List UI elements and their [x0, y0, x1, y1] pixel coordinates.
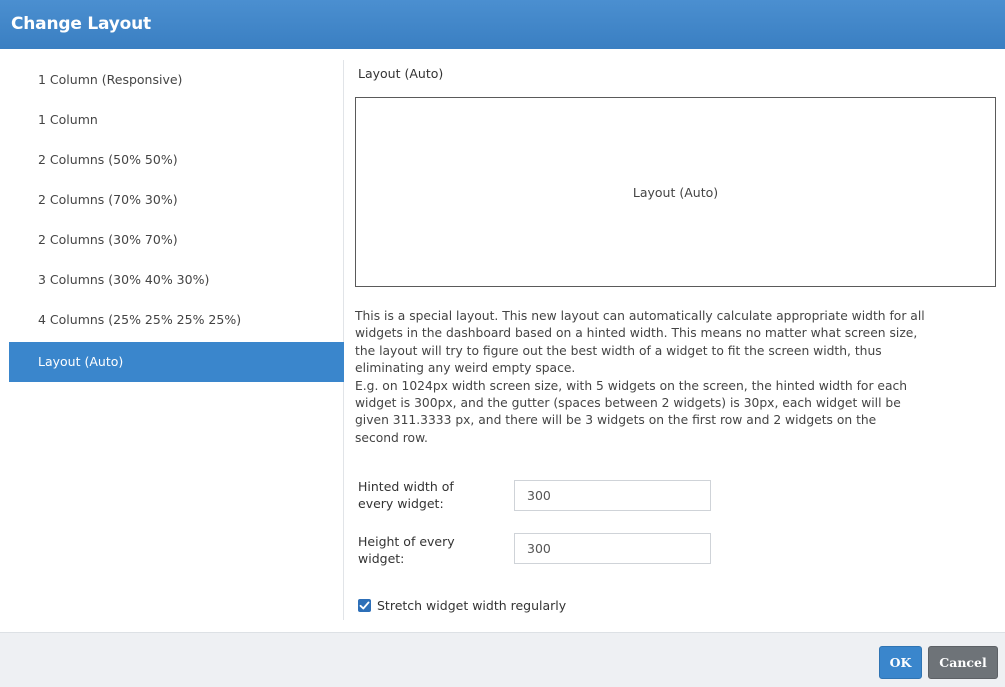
layout-preview-label: Layout (Auto) [632, 184, 719, 200]
layout-option-label: 1 Column (Responsive) [38, 72, 183, 87]
description-line: widget is 300px, and the gutter (spaces … [355, 396, 901, 411]
layout-option-auto[interactable]: Layout (Auto) [9, 342, 344, 382]
layout-option-2-columns-70-30[interactable]: 2 Columns (70% 30%) [9, 180, 344, 220]
dialog-footer: OK Cancel [0, 632, 1005, 687]
layout-option-label: 3 Columns (30% 40% 30%) [38, 272, 210, 287]
layout-option-2-columns-50-50[interactable]: 2 Columns (50% 50%) [9, 140, 344, 180]
change-layout-dialog: Change Layout 1 Column (Responsive) 1 Co… [0, 0, 1005, 687]
checkmark-icon [359, 601, 370, 609]
widget-height-label: Height of every widget: [358, 534, 455, 566]
hinted-width-input[interactable] [514, 480, 711, 511]
layout-option-2-columns-30-70[interactable]: 2 Columns (30% 70%) [9, 220, 344, 260]
layout-list: 1 Column (Responsive) 1 Column 2 Columns… [9, 60, 344, 620]
description-line: second row. [355, 430, 428, 445]
stretch-widget-label: Stretch widget width regularly [377, 597, 567, 613]
layout-option-4-columns[interactable]: 4 Columns (25% 25% 25% 25%) [9, 300, 344, 340]
layout-description: This is a special layout. This new layou… [355, 308, 995, 447]
description-line: the layout will try to figure out the be… [355, 343, 882, 358]
layout-option-3-columns[interactable]: 3 Columns (30% 40% 30%) [9, 260, 344, 300]
layout-option-label: 4 Columns (25% 25% 25% 25%) [38, 312, 242, 327]
description-line: given 311.3333 px, and there will be 3 w… [355, 413, 877, 428]
stretch-widget-option[interactable]: Stretch widget width regularly [358, 596, 566, 614]
stretch-widget-checkbox[interactable] [358, 598, 371, 612]
widget-height-input[interactable] [514, 533, 711, 564]
ok-button[interactable]: OK [879, 646, 922, 679]
hinted-width-label: Hinted width of every widget: [358, 479, 454, 511]
description-line: widgets in the dashboard based on a hint… [355, 326, 918, 341]
layout-details: Layout (Auto) Layout (Auto) This is a sp… [355, 60, 996, 620]
description-line: E.g. on 1024px width screen size, with 5… [355, 378, 908, 393]
dialog-title: Change Layout [0, 0, 1005, 49]
description-line: This is a special layout. This new layou… [355, 309, 925, 323]
description-line: eliminating any weird empty space. [355, 361, 576, 376]
layout-option-1-column[interactable]: 1 Column [9, 100, 344, 140]
layout-option-1-column-responsive[interactable]: 1 Column (Responsive) [9, 60, 344, 100]
layout-option-label: 2 Columns (30% 70%) [38, 232, 178, 247]
layout-option-label: 2 Columns (70% 30%) [38, 192, 178, 207]
cancel-button[interactable]: Cancel [928, 646, 998, 679]
layout-section-title: Layout (Auto) [358, 66, 444, 81]
layout-option-label: 2 Columns (50% 50%) [38, 152, 178, 167]
layout-option-label: Layout (Auto) [38, 354, 124, 369]
layout-preview: Layout (Auto) [355, 97, 996, 287]
layout-option-label: 1 Column [38, 112, 98, 127]
